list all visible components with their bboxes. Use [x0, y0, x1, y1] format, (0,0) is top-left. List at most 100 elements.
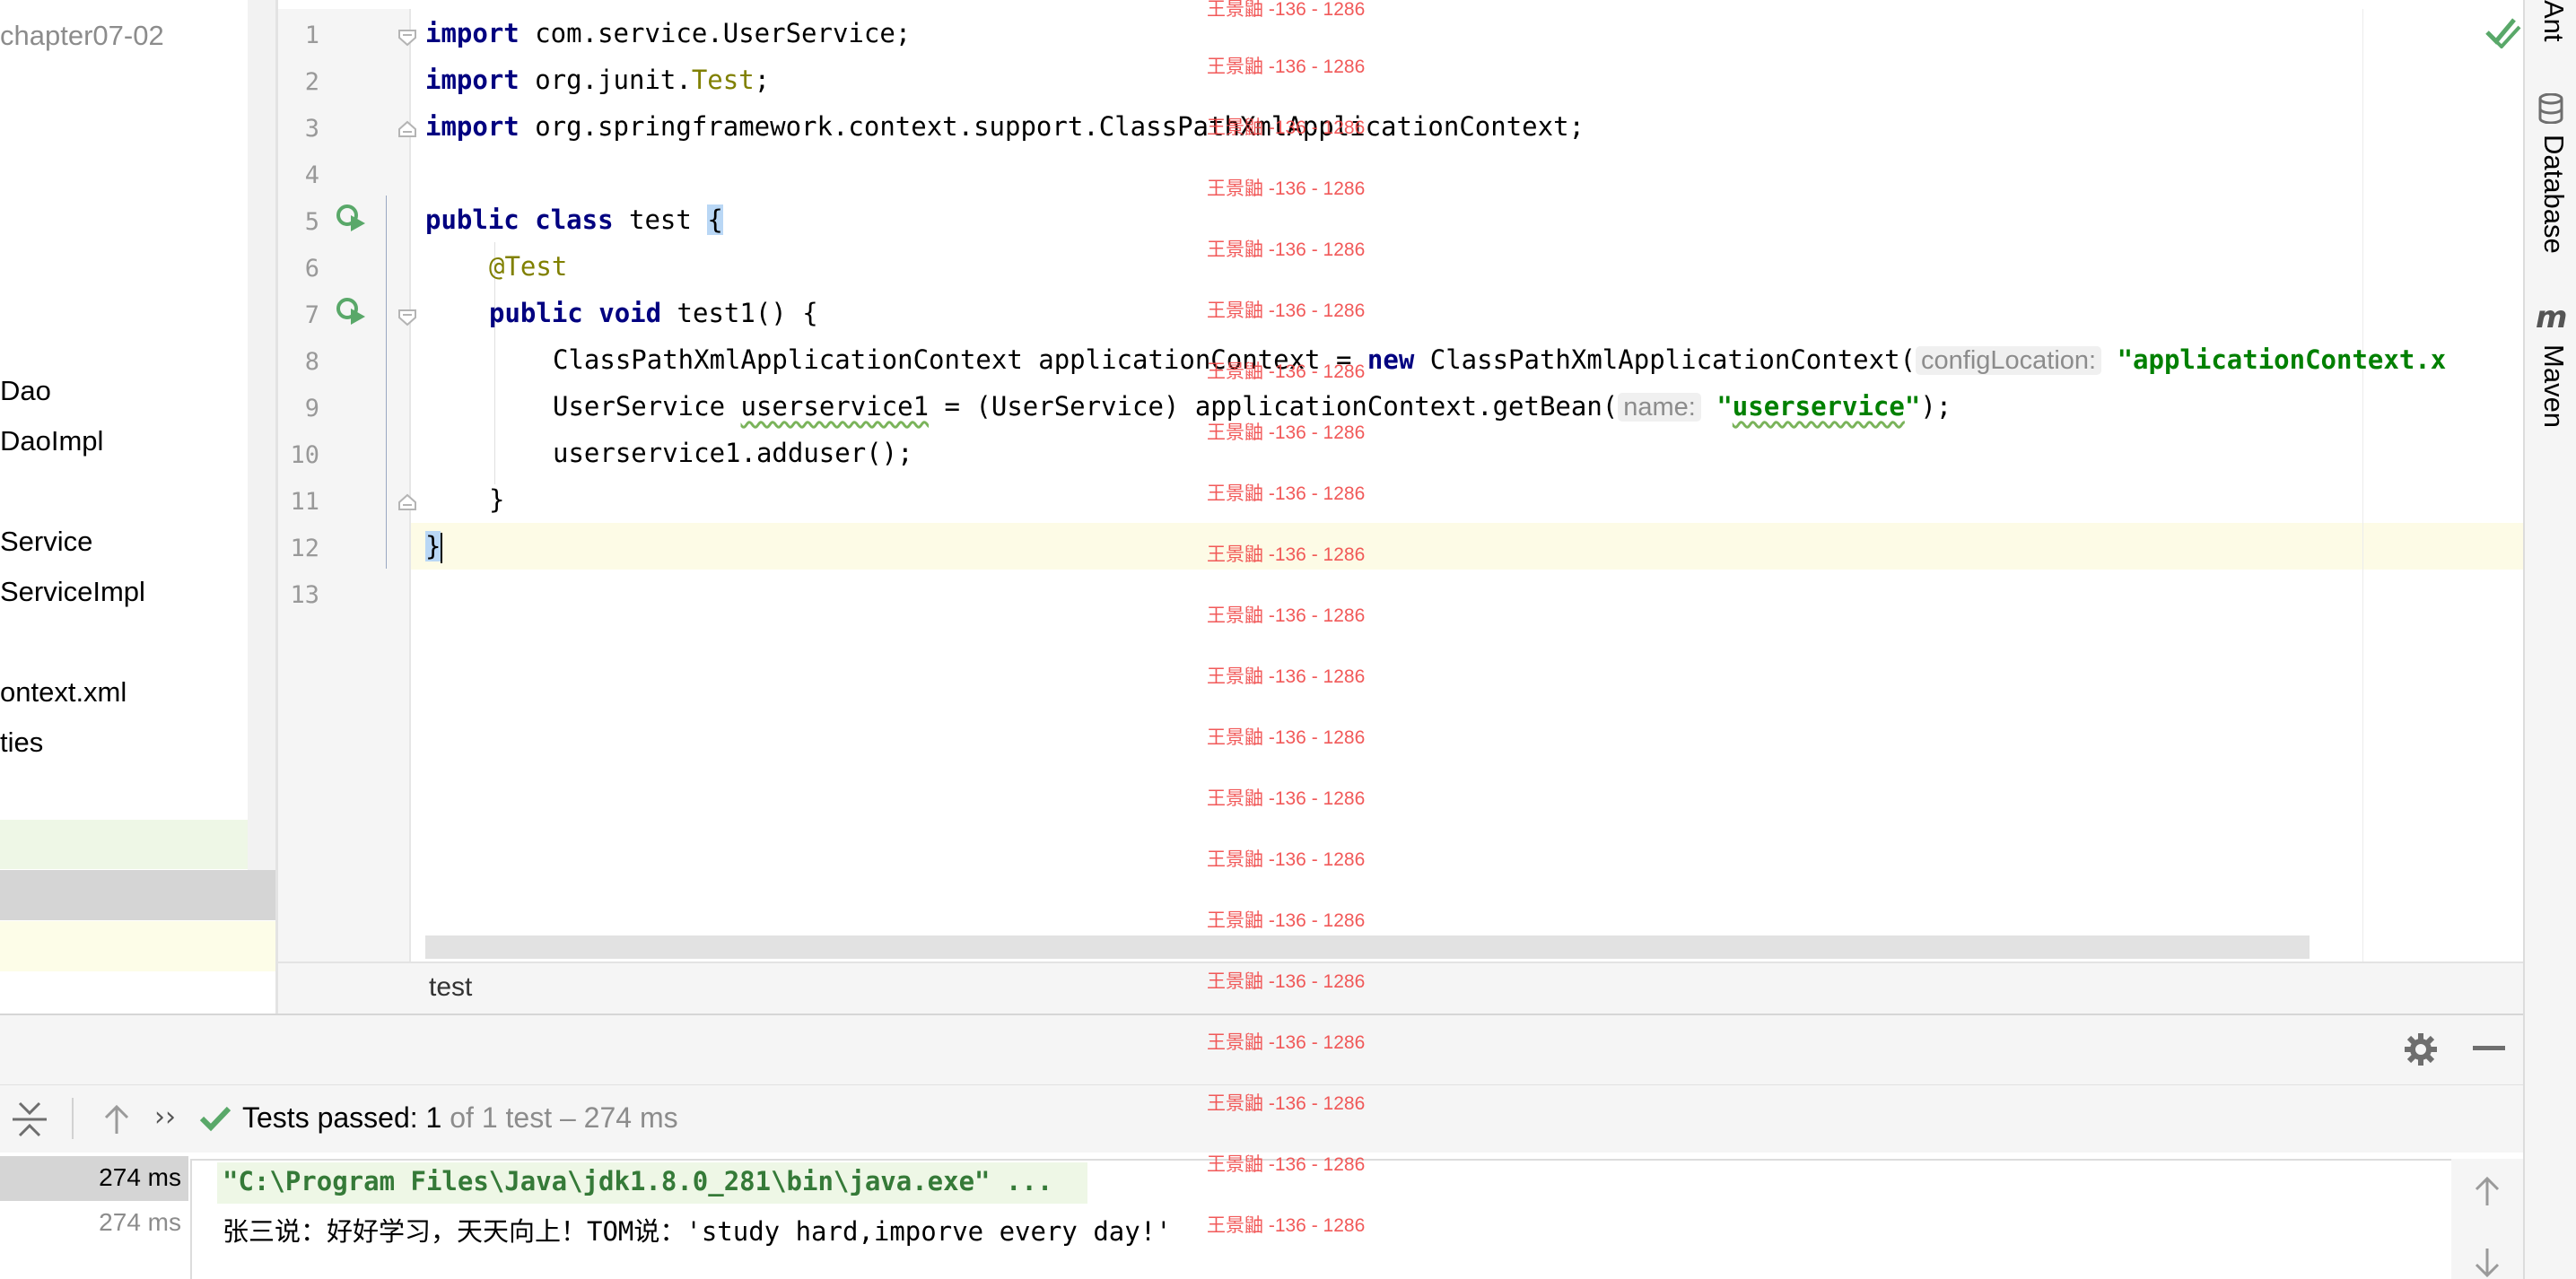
line-number: 5	[304, 208, 319, 236]
code-editor[interactable]: 1 2 3 4 5 6 7 8 9 10 11 12 13 import com…	[278, 9, 2523, 961]
watermark-text: 王景鼬 -136 - 1286	[1207, 117, 1366, 138]
keyword: public	[425, 204, 520, 235]
code-line-6[interactable]: @Test	[489, 243, 567, 290]
annotation-text: @Test	[489, 251, 568, 282]
code-line-5[interactable]: public class test {	[425, 196, 723, 243]
test-duration[interactable]: 274 ms	[99, 1208, 181, 1237]
right-tool-strip: Ant Database m Maven	[2523, 0, 2576, 1279]
maven-icon[interactable]: m	[2536, 300, 2567, 335]
code-text: test1() {	[661, 298, 818, 328]
tree-item-service[interactable]: Service	[0, 526, 92, 558]
code-line-3[interactable]: import org.springframework.context.suppo…	[425, 103, 1585, 150]
fold-icon[interactable]	[397, 120, 417, 140]
line-number: 12	[290, 535, 319, 562]
watermark-text: 王景鼬 -136 - 1286	[1207, 57, 1366, 77]
line-number: 7	[304, 301, 319, 329]
keyword: public	[489, 298, 583, 328]
test-results-tree: 274 ms 274 ms	[0, 1153, 188, 1279]
watermark-text: 王景鼬 -136 - 1286	[1207, 544, 1366, 565]
watermark-text: 王景鼬 -136 - 1286	[1207, 910, 1366, 931]
run-gutter-icon[interactable]	[335, 294, 367, 326]
tests-status-label: Tests passed:	[242, 1101, 426, 1134]
watermark-text: 王景鼬 -136 - 1286	[1207, 971, 1366, 992]
line-number: 9	[304, 395, 319, 422]
console-side-toolbar	[2451, 1159, 2523, 1279]
right-margin-guide	[2362, 9, 2363, 961]
string-literal: "applicationContext.x	[2117, 344, 2447, 375]
keyword: import	[425, 65, 520, 95]
code-text: ;	[754, 65, 771, 95]
line-number: 10	[290, 441, 319, 469]
code-text: org.springframework.context.support.Clas…	[519, 111, 1585, 142]
gutter-separator	[409, 9, 411, 961]
line-number: 13	[290, 581, 319, 609]
breadcrumb: test	[278, 961, 2523, 1014]
matched-brace: {	[707, 204, 723, 235]
tree-item-serviceimpl[interactable]: ServiceImpl	[0, 576, 145, 608]
test-duration[interactable]: 274 ms	[99, 1163, 181, 1192]
parameter-hint: configLocation:	[1916, 346, 2102, 375]
more-icon[interactable]: ››	[154, 1101, 176, 1133]
line-number: 4	[304, 161, 319, 189]
code-text: = (UserService) applicationContext.getBe…	[929, 391, 1619, 422]
fold-icon[interactable]	[397, 307, 417, 326]
code-line-8[interactable]: ClassPathXmlApplicationContext applicati…	[553, 336, 2446, 383]
string-quote: "	[1904, 391, 1921, 422]
project-tool-window: chapter07-02 Dao DaoImpl Service Service…	[0, 0, 275, 1014]
checkmark-icon[interactable]	[2485, 14, 2521, 48]
line-number: 8	[304, 348, 319, 376]
code-text: org.junit.	[519, 65, 692, 95]
console-line-output: 张三说：好好学习，天天向上！TOM说：'study hard,imporve e…	[223, 1216, 1172, 1247]
breadcrumb-item[interactable]: test	[429, 972, 472, 1003]
database-icon[interactable]	[2537, 93, 2564, 124]
tree-row-highlight	[0, 820, 248, 869]
watermark-text: 王景鼬 -136 - 1286	[1207, 605, 1366, 626]
run-gutter-icon	[336, 204, 365, 231]
tree-row-selected[interactable]	[0, 870, 275, 920]
watermark-text: 王景鼬 -136 - 1286	[1207, 361, 1366, 382]
tool-tab-ant[interactable]: Ant	[2537, 0, 2570, 42]
parameter-hint: name:	[1618, 393, 1701, 422]
watermark-text: 王景鼬 -136 - 1286	[1207, 849, 1366, 870]
tree-scrollbar[interactable]	[248, 0, 275, 870]
line-number: 11	[290, 488, 319, 516]
watermark-text: 王景鼬 -136 - 1286	[1207, 666, 1366, 687]
code-line-2[interactable]: import org.junit.Test;	[425, 57, 770, 103]
collapse-all-icon[interactable]	[13, 1101, 47, 1137]
code-line-10[interactable]: userservice1.adduser();	[553, 430, 913, 476]
watermark-text: 王景鼬 -136 - 1286	[1207, 788, 1366, 809]
watermark-text: 王景鼬 -136 - 1286	[1207, 178, 1366, 199]
fold-icon[interactable]	[397, 493, 417, 513]
tree-item-daoimpl[interactable]: DaoImpl	[0, 425, 103, 457]
scroll-up-icon[interactable]	[2473, 1175, 2502, 1207]
tests-passed-count: 1	[425, 1101, 442, 1134]
watermark-text: 王景鼬 -136 - 1286	[1207, 300, 1366, 321]
tree-item-dao[interactable]: Dao	[0, 375, 51, 407]
tool-tab-database[interactable]: Database	[2537, 135, 2570, 254]
editor-horizontal-scrollbar[interactable]	[425, 935, 2310, 959]
gear-icon[interactable]	[2403, 1031, 2439, 1067]
run-gutter-icon[interactable]	[335, 201, 367, 233]
tree-item-module[interactable]: chapter07-02	[0, 20, 164, 52]
tool-tab-maven[interactable]: Maven	[2537, 344, 2570, 428]
watermark-text: 王景鼬 -136 - 1286	[1207, 0, 1366, 20]
tree-row-current[interactable]	[0, 921, 275, 971]
scroll-down-icon[interactable]	[2473, 1247, 2502, 1279]
arrow-up-icon[interactable]	[102, 1103, 131, 1135]
keyword: import	[425, 18, 520, 48]
code-line-1[interactable]: import com.service.UserService;	[425, 10, 911, 57]
caret-row-highlight	[278, 523, 2523, 570]
watermark-text: 王景鼬 -136 - 1286	[1207, 1215, 1366, 1236]
annotation-text: Test	[691, 65, 755, 95]
code-line-12[interactable]: }	[425, 523, 443, 570]
minimize-icon[interactable]	[2473, 1046, 2505, 1051]
watermark-text: 王景鼬 -136 - 1286	[1207, 1093, 1366, 1114]
run-gutter-icon	[336, 298, 365, 325]
code-line-7[interactable]: public void test1() {	[489, 290, 818, 336]
code-text: }	[489, 484, 505, 515]
fold-icon[interactable]	[397, 27, 417, 47]
code-line-11[interactable]: }	[489, 476, 504, 523]
editor-gutter[interactable]	[278, 9, 409, 961]
tree-item-context-xml[interactable]: ontext.xml	[0, 676, 127, 709]
tree-item-properties[interactable]: ties	[0, 727, 43, 759]
